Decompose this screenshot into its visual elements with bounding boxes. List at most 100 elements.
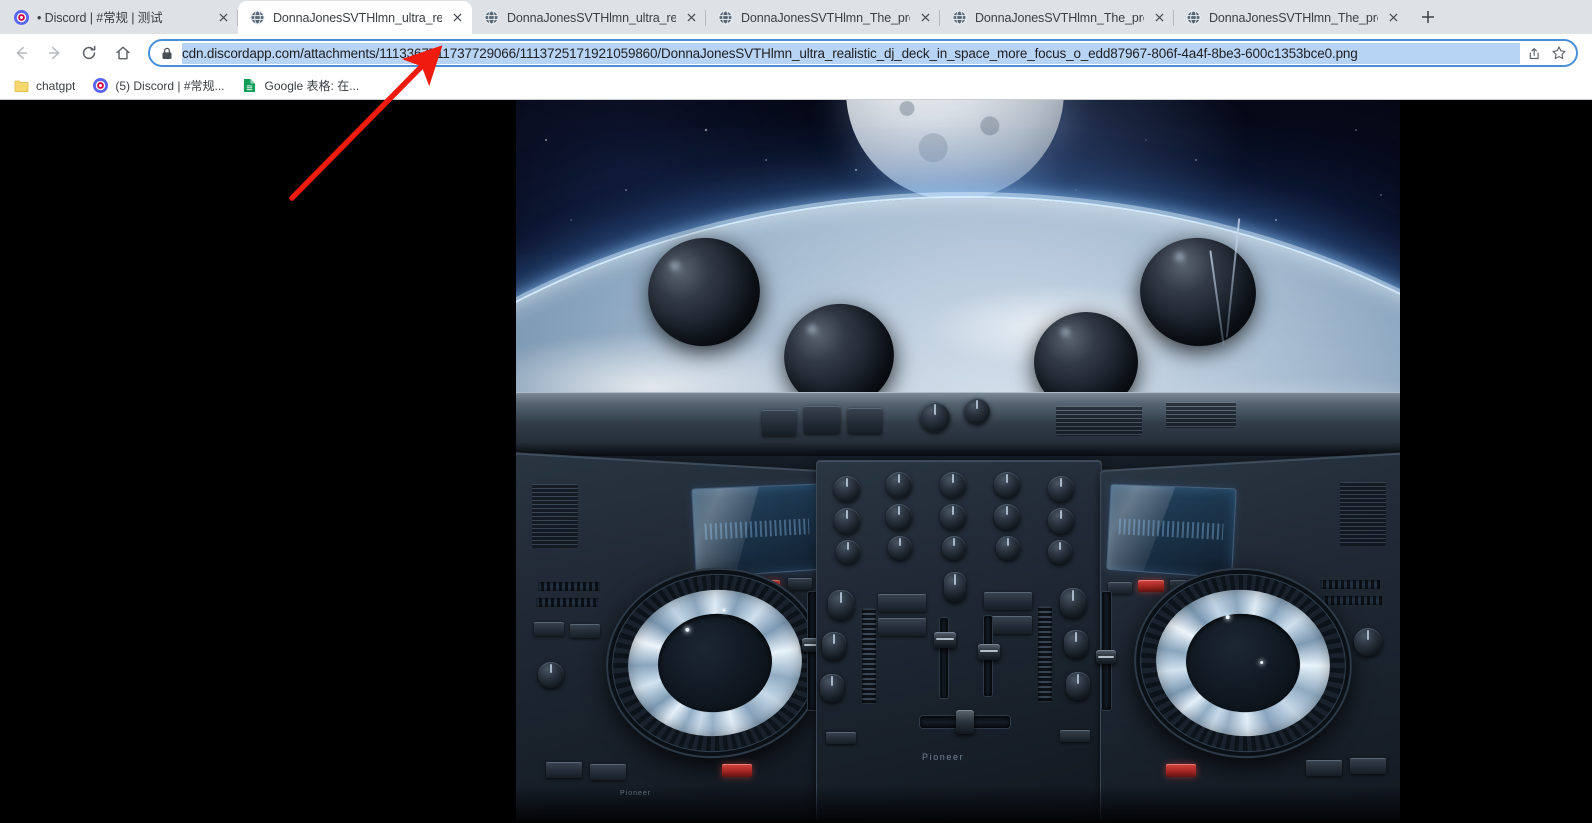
mixer-knob-mid-ch2[interactable]	[888, 536, 912, 560]
mixer-knob-trim-ch5[interactable]	[1048, 476, 1074, 502]
shelf-control[interactable]	[804, 406, 840, 434]
mixer-button[interactable]	[1060, 730, 1090, 742]
mixer-filter-knob-left[interactable]	[822, 632, 846, 660]
tab-close-button[interactable]	[448, 9, 466, 27]
deck-pad[interactable]	[788, 578, 812, 590]
tab-title: DonnaJonesSVTHlmn_The_pro	[1209, 10, 1378, 25]
waveform	[704, 518, 810, 540]
deck-browse-knob[interactable]	[1354, 628, 1382, 656]
shelf-control[interactable]	[762, 410, 796, 436]
globe-icon	[483, 10, 499, 26]
cue-button[interactable]	[1138, 580, 1164, 592]
mixer-fx-button[interactable]	[984, 592, 1032, 610]
play-button[interactable]	[1166, 764, 1196, 777]
mixer-knob-mid-ch4[interactable]	[996, 536, 1020, 560]
mixer-knob-trim-ch2[interactable]	[886, 472, 912, 498]
moon	[846, 100, 1064, 200]
bookmark-discord[interactable]: (5) Discord | #常规...	[87, 75, 232, 97]
tab-close-button[interactable]	[214, 9, 232, 27]
browser-tab-1[interactable]: • Discord | #常规 | 测试	[2, 1, 238, 34]
deck-button[interactable]	[1306, 760, 1342, 776]
level-meter	[538, 582, 600, 591]
mixer-knob-mid-ch3[interactable]	[942, 536, 966, 560]
mixer-fx-lever[interactable]	[944, 572, 966, 602]
deck-browse-knob[interactable]	[538, 662, 564, 688]
mixer-knob-trim-ch3[interactable]	[940, 472, 966, 498]
mixer-fx-button[interactable]	[878, 594, 926, 612]
level-meter	[1322, 596, 1382, 605]
bookmark-label: chatgpt	[36, 78, 76, 93]
mixer-knob-hi-ch4[interactable]	[994, 504, 1020, 530]
tab-close-button[interactable]	[916, 9, 934, 27]
deck-button[interactable]	[570, 624, 600, 638]
tab-title: DonnaJonesSVTHlmn_ultra_re	[507, 10, 676, 25]
mixer-send-knob-right[interactable]	[1060, 588, 1086, 618]
globe-icon	[951, 10, 967, 26]
deck-button[interactable]	[1350, 758, 1386, 774]
mixer-knob-mid-ch5[interactable]	[1048, 540, 1072, 564]
mixer-knob-mid-ch1[interactable]	[836, 540, 860, 564]
specular-glint	[684, 627, 690, 632]
mixer-knob-hi-ch5[interactable]	[1048, 508, 1074, 534]
mixer-fx-button[interactable]	[878, 618, 926, 636]
channel-fader-cap-1[interactable]	[934, 632, 956, 648]
lock-icon[interactable]	[160, 46, 174, 60]
browser-tab-2[interactable]: DonnaJonesSVTHlmn_ultra_re	[238, 1, 472, 34]
mixer-knob-trim-ch4[interactable]	[994, 472, 1020, 498]
sheets-icon	[242, 78, 258, 94]
mixer-knob-hi-ch2[interactable]	[886, 504, 912, 530]
folder-icon	[13, 78, 29, 94]
deck-button[interactable]	[546, 762, 582, 778]
shelf-control[interactable]	[848, 408, 882, 434]
back-arrow-icon[interactable]	[5, 37, 37, 69]
level-meter	[1320, 580, 1380, 589]
globe-icon	[249, 10, 265, 26]
play-button[interactable]	[722, 764, 752, 777]
home-icon[interactable]	[107, 37, 139, 69]
mixer-cue-knob-left[interactable]	[820, 674, 844, 702]
browser-tab-4[interactable]: DonnaJonesSVTHlmn_The_pro	[706, 1, 940, 34]
mixer-knob-hi-ch1[interactable]	[834, 508, 860, 534]
browser-tab-5[interactable]: DonnaJonesSVTHlmn_The_pro	[940, 1, 1174, 34]
crossfader-cap[interactable]	[956, 710, 974, 734]
channel-fader-track-1[interactable]	[940, 618, 948, 698]
tab-strip: • Discord | #常规 | 测试 DonnaJonesSVTHlmn_u…	[0, 0, 1592, 34]
mixer-button[interactable]	[826, 732, 856, 744]
mixer-knob-hi-ch3[interactable]	[940, 504, 966, 530]
shelf-knob[interactable]	[964, 398, 990, 424]
new-tab-button[interactable]	[1414, 3, 1442, 31]
bookmark-chatgpt[interactable]: chatgpt	[8, 75, 83, 97]
browser-chrome: • Discord | #常规 | 测试 DonnaJonesSVTHlmn_u…	[0, 0, 1592, 100]
mixer-cue-knob-right[interactable]	[1066, 672, 1090, 700]
left-deck-display[interactable]	[691, 483, 822, 579]
tab-close-button[interactable]	[682, 9, 700, 27]
mixer-filter-knob-right[interactable]	[1064, 630, 1088, 658]
shelf-grill	[1166, 402, 1236, 428]
deck-vent	[532, 484, 578, 548]
browser-tab-3[interactable]: DonnaJonesSVTHlmn_ultra_re	[472, 1, 706, 34]
tab-close-button[interactable]	[1384, 9, 1402, 27]
deck-pad[interactable]	[1108, 582, 1132, 594]
deck-button[interactable]	[590, 764, 626, 780]
channel-fader-cap-2[interactable]	[978, 644, 1000, 660]
right-pitch-fader-cap[interactable]	[1096, 650, 1116, 664]
mixer-knob-trim-ch1[interactable]	[834, 476, 860, 502]
globe-icon	[1185, 10, 1201, 26]
address-bar[interactable]: cdn.discordapp.com/attachments/111336771…	[148, 39, 1578, 67]
tab-close-button[interactable]	[1150, 9, 1168, 27]
dj-deck-in-space-image[interactable]: Pioneer	[516, 100, 1400, 822]
globe-icon	[717, 10, 733, 26]
forward-arrow-icon[interactable]	[39, 37, 71, 69]
browser-tab-6[interactable]: DonnaJonesSVTHlmn_The_pro	[1174, 1, 1408, 34]
mixer-send-knob-left[interactable]	[828, 590, 854, 620]
right-deck-display[interactable]	[1106, 483, 1237, 579]
bookmark-google-sheets[interactable]: Google 表格: 在...	[237, 75, 368, 97]
star-icon[interactable]	[1546, 41, 1572, 65]
address-bar-text[interactable]: cdn.discordapp.com/attachments/111336771…	[182, 42, 1520, 64]
deck-button[interactable]	[534, 622, 564, 636]
reload-icon[interactable]	[73, 37, 105, 69]
level-meter-right	[1038, 606, 1052, 702]
waveform	[1118, 518, 1224, 540]
share-icon[interactable]	[1520, 41, 1546, 65]
shelf-knob[interactable]	[920, 402, 950, 432]
